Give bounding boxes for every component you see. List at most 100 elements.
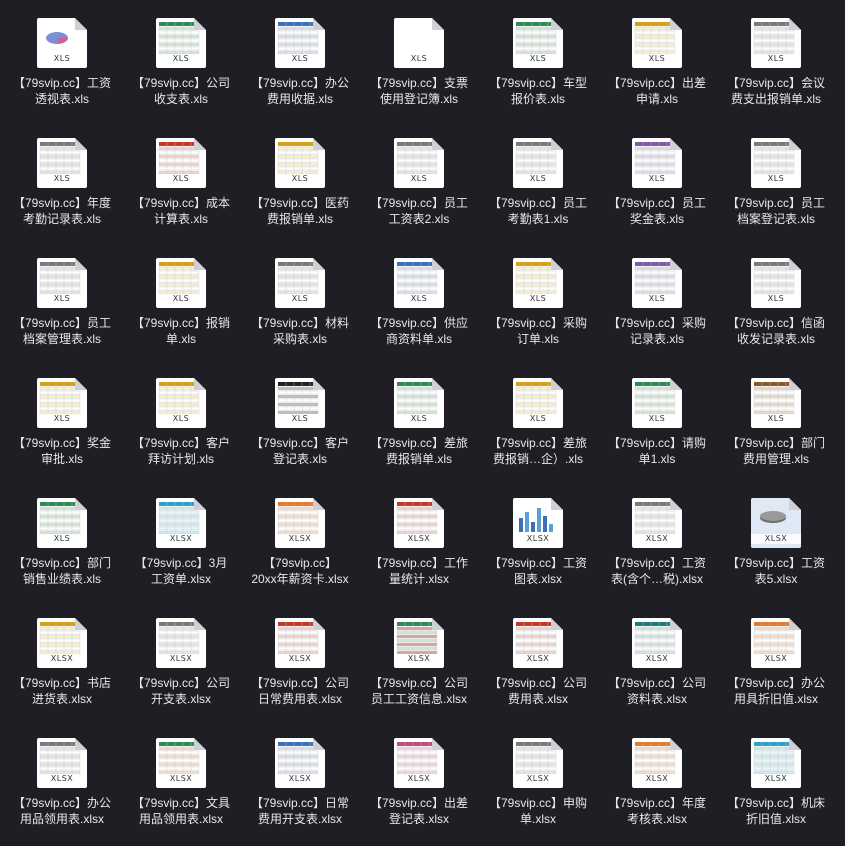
- file-extension-label: XLS: [275, 414, 325, 424]
- file-item[interactable]: XLS 【79svip.cc】办公 费用收据.xls: [241, 4, 359, 116]
- spreadsheet-file-icon: XLS: [37, 138, 87, 188]
- page-fold-icon: [75, 618, 87, 630]
- file-extension-label: XLS: [37, 294, 87, 304]
- file-item[interactable]: XLS 【79svip.cc】医药 费报销单.xls: [241, 124, 359, 236]
- file-item[interactable]: XLSX 【79svip.cc】申购 单.xlsx: [479, 724, 597, 836]
- file-name-label: 【79svip.cc】部门 销售业绩表.xls: [12, 556, 112, 586]
- page-fold-icon: [789, 258, 801, 270]
- file-name-label: 【79svip.cc】员工 奖金表.xls: [607, 196, 707, 226]
- file-name-label: 【79svip.cc】支票 使用登记簿.xls: [369, 76, 469, 106]
- file-item[interactable]: XLSX 【79svip.cc】年度 考核表.xlsx: [598, 724, 716, 836]
- file-name-label: 【79svip.cc】成本 计算表.xls: [131, 196, 231, 226]
- file-item[interactable]: XLSX 【79svip.cc】机床 折旧值.xlsx: [717, 724, 835, 836]
- file-item[interactable]: XLSX 【79svip.cc】3月 工资单.xlsx: [122, 484, 240, 596]
- file-item[interactable]: XLSX 【79svip.cc】工作 量统计.xlsx: [360, 484, 478, 596]
- file-item[interactable]: XLS 【79svip.cc】客户 登记表.xls: [241, 364, 359, 476]
- file-item[interactable]: XLS 【79svip.cc】差旅 费报销…企）.xls: [479, 364, 597, 476]
- page-fold-icon: [313, 498, 325, 510]
- file-name-label: 【79svip.cc】报销 单.xls: [131, 316, 231, 346]
- page-fold-icon: [313, 618, 325, 630]
- file-item[interactable]: XLSX 【79svip.cc】文具 用品领用表.xlsx: [122, 724, 240, 836]
- file-item[interactable]: XLSX 【79svip.cc】工资 表(含个…税).xlsx: [598, 484, 716, 596]
- file-item[interactable]: XLSX 【79svip.cc】工资 图表.xlsx: [479, 484, 597, 596]
- spreadsheet-file-icon: XLSX: [632, 618, 682, 668]
- page-fold-icon: [551, 738, 563, 750]
- file-extension-label: XLSX: [156, 654, 206, 664]
- file-name-label: 【79svip.cc】书店 进货表.xlsx: [12, 676, 112, 706]
- page-fold-icon: [75, 738, 87, 750]
- file-item[interactable]: XLSX 【79svip.cc】日常 费用开支表.xlsx: [241, 724, 359, 836]
- file-item[interactable]: XLS 【79svip.cc】工资 透视表.xls: [3, 4, 121, 116]
- page-fold-icon: [313, 18, 325, 30]
- file-item[interactable]: XLSX 【79svip.cc】书店 进货表.xlsx: [3, 604, 121, 716]
- file-item[interactable]: XLS 【79svip.cc】供应 商资料单.xls: [360, 244, 478, 356]
- page-fold-icon: [313, 378, 325, 390]
- file-extension-label: XLS: [394, 414, 444, 424]
- file-name-label: 【79svip.cc】供应 商资料单.xls: [369, 316, 469, 346]
- spreadsheet-file-icon: XLSX: [394, 618, 444, 668]
- file-name-label: 【79svip.cc】办公 用品领用表.xlsx: [12, 796, 112, 826]
- file-item[interactable]: XLSX 【79svip.cc】办公 用具折旧值.xlsx: [717, 604, 835, 716]
- file-extension-label: XLSX: [751, 534, 801, 544]
- spreadsheet-file-icon: XLS: [275, 258, 325, 308]
- spreadsheet-file-icon: XLS: [632, 378, 682, 428]
- file-item[interactable]: XLS 【79svip.cc】部门 销售业绩表.xls: [3, 484, 121, 596]
- file-item[interactable]: XLSX 【79svip.cc】出差 登记表.xlsx: [360, 724, 478, 836]
- file-name-label: 【79svip.cc】机床 折旧值.xlsx: [726, 796, 826, 826]
- file-name-label: 【79svip.cc】员工 档案登记表.xls: [726, 196, 826, 226]
- page-fold-icon: [551, 138, 563, 150]
- file-extension-label: XLSX: [37, 774, 87, 784]
- file-item[interactable]: XLSX 【79svip.cc】公司 费用表.xlsx: [479, 604, 597, 716]
- page-fold-icon: [670, 378, 682, 390]
- spreadsheet-file-icon: XLSX: [275, 498, 325, 548]
- file-item[interactable]: XLS 【79svip.cc】请购 单1.xls: [598, 364, 716, 476]
- page-fold-icon: [75, 498, 87, 510]
- file-item[interactable]: XLS 【79svip.cc】客户 拜访计划.xls: [122, 364, 240, 476]
- file-item[interactable]: XLS 【79svip.cc】员工 考勤表1.xls: [479, 124, 597, 236]
- file-extension-label: XLS: [513, 414, 563, 424]
- file-item[interactable]: XLS 【79svip.cc】报销 单.xls: [122, 244, 240, 356]
- file-item[interactable]: XLSX 【79svip.cc】工资 表5.xlsx: [717, 484, 835, 596]
- file-item[interactable]: XLS 【79svip.cc】部门 费用管理.xls: [717, 364, 835, 476]
- file-item[interactable]: XLSX 【79svip.cc】公司 日常费用表.xlsx: [241, 604, 359, 716]
- file-item[interactable]: XLSX 【79svip.cc】公司 资料表.xlsx: [598, 604, 716, 716]
- file-item[interactable]: XLS 【79svip.cc】材料 采购表.xls: [241, 244, 359, 356]
- spreadsheet-file-icon: XLSX: [275, 618, 325, 668]
- spreadsheet-file-icon: XLS: [513, 18, 563, 68]
- file-item[interactable]: XLS 【79svip.cc】支票 使用登记簿.xls: [360, 4, 478, 116]
- file-name-label: 【79svip.cc】公司 员工工资信息.xlsx: [369, 676, 469, 706]
- file-item[interactable]: XLS 【79svip.cc】出差 申请.xls: [598, 4, 716, 116]
- file-item[interactable]: XLS 【79svip.cc】采购 记录表.xls: [598, 244, 716, 356]
- page-fold-icon: [670, 618, 682, 630]
- page-fold-icon: [551, 258, 563, 270]
- spreadsheet-file-icon: XLS: [751, 258, 801, 308]
- file-item[interactable]: XLS 【79svip.cc】员工 工资表2.xls: [360, 124, 478, 236]
- file-item[interactable]: XLS 【79svip.cc】信函 收发记录表.xls: [717, 244, 835, 356]
- file-item[interactable]: XLS 【79svip.cc】车型 报价表.xls: [479, 4, 597, 116]
- file-extension-label: XLSX: [37, 654, 87, 664]
- file-item[interactable]: XLS 【79svip.cc】公司 收支表.xls: [122, 4, 240, 116]
- file-name-label: 【79svip.cc】会议 费支出报销单.xls: [726, 76, 826, 106]
- file-item[interactable]: XLS 【79svip.cc】员工 档案登记表.xls: [717, 124, 835, 236]
- file-item[interactable]: XLS 【79svip.cc】员工 档案管理表.xls: [3, 244, 121, 356]
- file-item[interactable]: XLSX 【79svip.cc】公司 员工工资信息.xlsx: [360, 604, 478, 716]
- file-item[interactable]: XLS 【79svip.cc】奖金 审批.xls: [3, 364, 121, 476]
- file-name-label: 【79svip.cc】医药 费报销单.xls: [250, 196, 350, 226]
- file-item[interactable]: XLS 【79svip.cc】年度 考勤记录表.xls: [3, 124, 121, 236]
- file-name-label: 【79svip.cc】工作 量统计.xlsx: [369, 556, 469, 586]
- file-name-label: 【79svip.cc】3月 工资单.xlsx: [134, 556, 228, 586]
- file-item[interactable]: XLSX 【79svip.cc】 20xx年薪资卡.xlsx: [241, 484, 359, 596]
- file-item[interactable]: XLS 【79svip.cc】采购 订单.xls: [479, 244, 597, 356]
- file-item[interactable]: XLS 【79svip.cc】会议 费支出报销单.xls: [717, 4, 835, 116]
- file-item[interactable]: XLSX 【79svip.cc】办公 用品领用表.xlsx: [3, 724, 121, 836]
- spreadsheet-file-icon: XLSX: [751, 498, 801, 548]
- file-item[interactable]: XLS 【79svip.cc】差旅 费报销单.xls: [360, 364, 478, 476]
- file-extension-label: XLS: [513, 174, 563, 184]
- file-item[interactable]: XLSX 【79svip.cc】公司 开支表.xlsx: [122, 604, 240, 716]
- file-name-label: 【79svip.cc】采购 订单.xls: [488, 316, 588, 346]
- file-item[interactable]: XLS 【79svip.cc】成本 计算表.xls: [122, 124, 240, 236]
- spreadsheet-file-icon: XLS: [394, 138, 444, 188]
- file-item[interactable]: XLS 【79svip.cc】员工 奖金表.xls: [598, 124, 716, 236]
- file-extension-label: XLSX: [513, 654, 563, 664]
- file-extension-label: XLS: [275, 294, 325, 304]
